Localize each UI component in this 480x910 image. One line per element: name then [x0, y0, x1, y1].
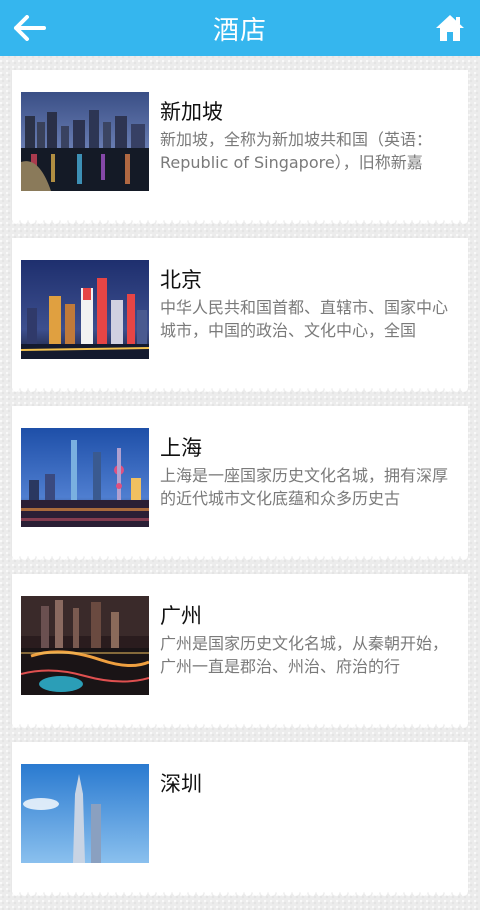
city-name: 上海: [160, 436, 202, 460]
city-name: 北京: [160, 268, 202, 292]
city-description: 中华人民共和国首都、直辖市、国家中心城市，中国的政治、文化中心，全国: [160, 298, 449, 340]
city-image: [21, 428, 149, 527]
home-icon: [436, 15, 464, 41]
city-description: 上海是一座国家历史文化名城，拥有深厚的近代城市文化底蕴和众多历史古: [160, 466, 449, 508]
list-item[interactable]: 北京 中华人民共和国首都、直辖市、国家中心城市，中国的政治、文化中心，全国: [12, 238, 468, 394]
city-description: [160, 800, 458, 846]
list-item[interactable]: 新加坡 新加坡，全称为新加坡共和国（英语：Republic of Singapo…: [12, 70, 468, 226]
city-description: 新加坡，全称为新加坡共和国（英语：Republic of Singapore），…: [160, 130, 433, 172]
list-item[interactable]: 深圳: [12, 742, 468, 898]
list-item[interactable]: 广州 广州是国家历史文化名城，从秦朝开始，广州一直是郡治、州治、府治的行: [12, 574, 468, 730]
home-button[interactable]: [430, 10, 470, 46]
city-name: 广州: [160, 604, 202, 628]
back-button[interactable]: [10, 10, 50, 46]
back-arrow-icon: [14, 15, 46, 41]
title-bar: 酒店: [0, 0, 480, 56]
city-list: 新加坡 新加坡，全称为新加坡共和国（英语：Republic of Singapo…: [12, 70, 468, 910]
city-name: 新加坡: [160, 100, 223, 124]
city-image: [21, 596, 149, 695]
page-title: 酒店: [212, 15, 267, 46]
city-image: [21, 92, 149, 191]
list-item[interactable]: 上海 上海是一座国家历史文化名城，拥有深厚的近代城市文化底蕴和众多历史古: [12, 406, 468, 562]
city-image: [21, 260, 149, 359]
city-image: [21, 764, 149, 863]
city-description: 广州是国家历史文化名城，从秦朝开始，广州一直是郡治、州治、府治的行: [160, 634, 449, 676]
city-name: 深圳: [160, 772, 202, 796]
